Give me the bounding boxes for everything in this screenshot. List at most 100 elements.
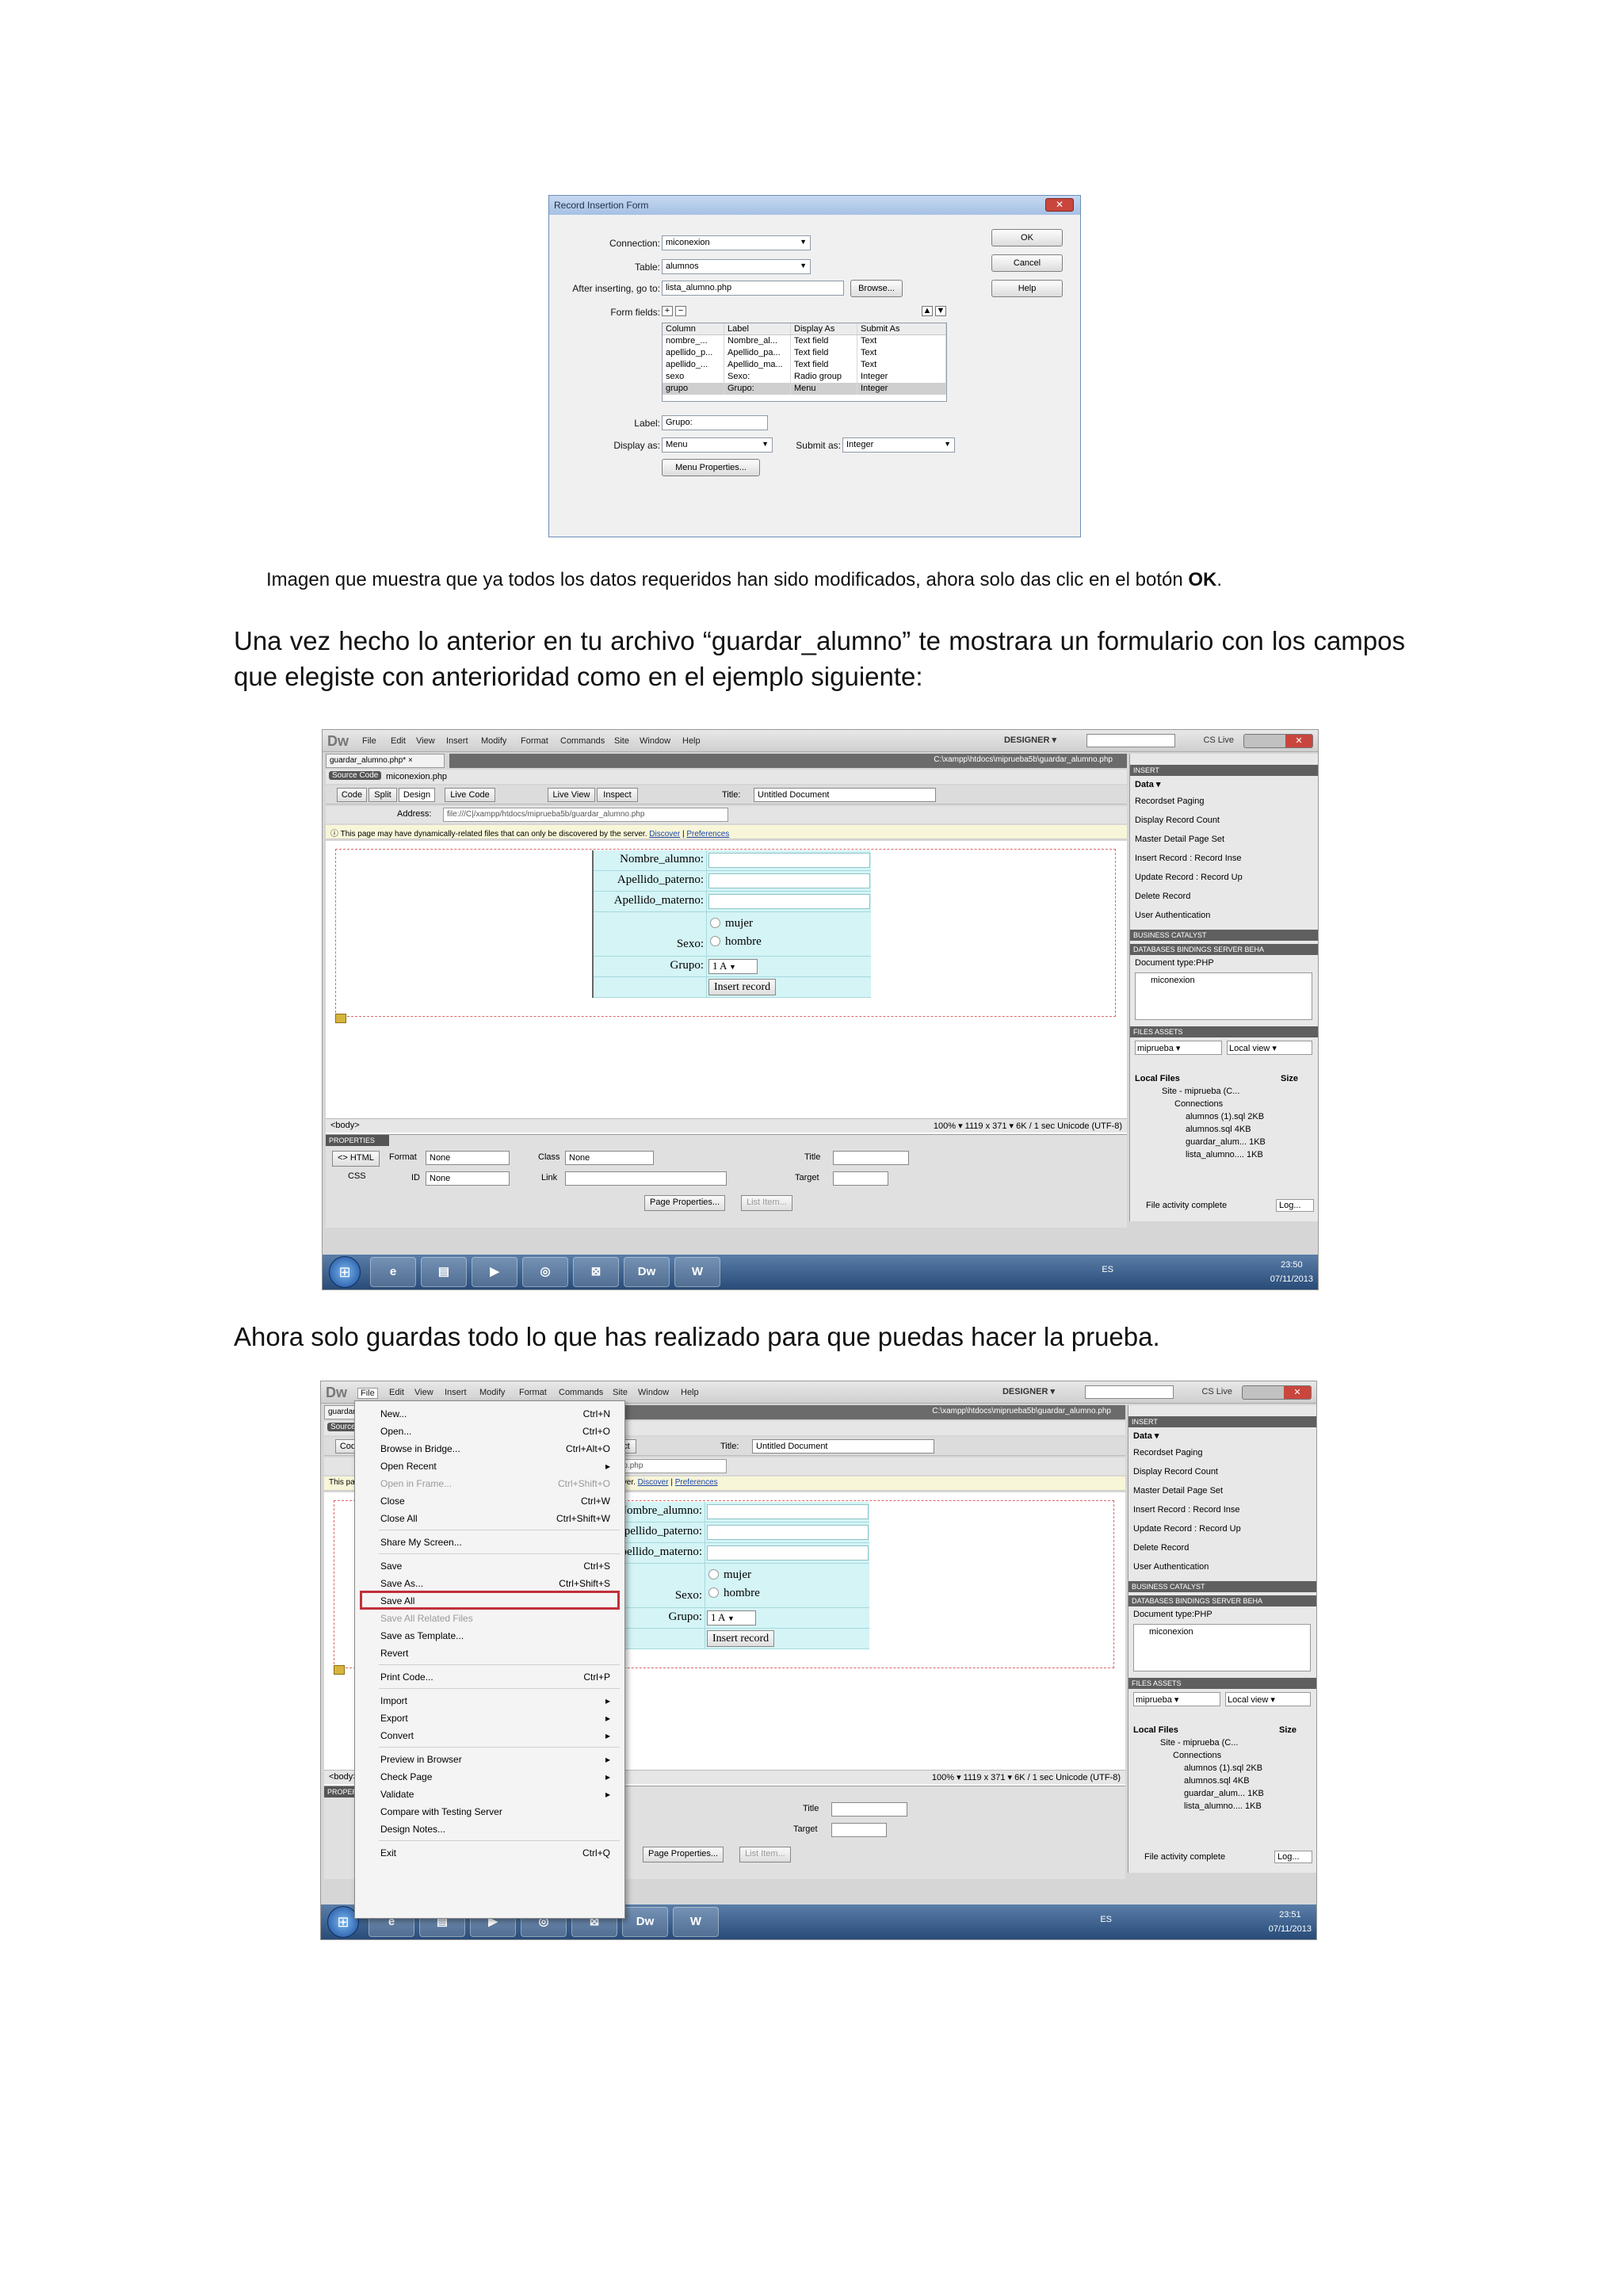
menu-item-save-as[interactable]: Save As... Ctrl+Shift+S <box>380 1576 618 1591</box>
view-select[interactable]: Local view ▾ <box>1225 1692 1311 1706</box>
word-icon[interactable]: W <box>674 1257 720 1287</box>
inspect-button[interactable]: Inspect <box>597 788 638 802</box>
insert-category-select[interactable]: Data ▾ <box>1133 1431 1159 1441</box>
site-select[interactable]: miprueba ▾ <box>1135 1041 1222 1055</box>
recordset-paging-item[interactable]: Recordset Paging <box>1133 1448 1202 1457</box>
file-row[interactable]: alumnos.sql 4KB <box>1184 1776 1250 1786</box>
language-indicator[interactable]: ES <box>1102 1265 1113 1274</box>
menu-properties-button[interactable]: Menu Properties... <box>662 459 760 476</box>
menu-item-exit[interactable]: Exit Ctrl+Q <box>380 1845 618 1861</box>
html-tab[interactable]: <> HTML <box>332 1151 380 1167</box>
search-input[interactable] <box>1086 734 1175 747</box>
remove-field-icon[interactable]: − <box>675 306 686 316</box>
insert-panel-header[interactable]: INSERT <box>1128 1416 1316 1427</box>
menu-window[interactable]: Window <box>638 1388 669 1397</box>
cancel-button[interactable]: Cancel <box>991 254 1063 272</box>
paterno-input[interactable] <box>708 873 870 888</box>
menu-item-design-notes[interactable]: Design Notes... <box>380 1821 618 1837</box>
user-authentication-item[interactable]: User Authentication <box>1133 1562 1209 1572</box>
tag-selector[interactable]: <body> <box>330 1121 360 1130</box>
ie-icon[interactable]: e <box>370 1257 416 1287</box>
source-code-tab[interactable]: Source Code <box>329 771 382 780</box>
page-properties-button[interactable]: Page Properties... <box>644 1195 726 1211</box>
title-input[interactable]: Untitled Document <box>752 1439 934 1454</box>
connection-node[interactable]: miconexion <box>1149 1627 1193 1637</box>
file-row[interactable]: alumnos (1).sql 2KB <box>1186 1112 1264 1121</box>
file-row[interactable]: Connections <box>1173 1751 1221 1760</box>
insert-record-item[interactable]: Insert Record : Record Inse <box>1135 854 1242 863</box>
close-icon[interactable]: ✕ <box>1284 1386 1311 1399</box>
table-row[interactable]: nombre_... Nombre_al... Text field Text <box>663 335 946 347</box>
menu-window[interactable]: Window <box>640 736 670 746</box>
delete-record-item[interactable]: Delete Record <box>1135 892 1190 901</box>
address-input[interactable]: file:///C|/xampp/htdocs/miprueba5b/guard… <box>443 808 728 822</box>
grupo-select[interactable]: 1 A ▼ <box>708 959 758 974</box>
table-row-selected[interactable]: grupo Grupo: Menu Integer <box>663 383 946 395</box>
menu-item-revert[interactable]: Revert <box>380 1645 618 1661</box>
file-row[interactable]: lista_alumno.... 1KB <box>1186 1150 1263 1159</box>
update-record-item[interactable]: Update Record : Record Up <box>1133 1524 1241 1534</box>
discover-link[interactable]: Discover <box>638 1478 669 1487</box>
menu-help[interactable]: Help <box>681 1388 699 1397</box>
split-view-button[interactable]: Split <box>369 788 397 802</box>
menu-modify[interactable]: Modify <box>479 1388 505 1397</box>
connection-select[interactable]: miconexion ▼ <box>662 235 811 250</box>
master-detail-item[interactable]: Master Detail Page Set <box>1135 835 1224 844</box>
menu-item-save-all-related[interactable]: Save All Related Files <box>380 1610 618 1626</box>
related-file[interactable]: miconexion.php <box>386 772 447 781</box>
connection-node[interactable]: miconexion <box>1151 976 1195 985</box>
file-row[interactable]: Site - miprueba (C... <box>1160 1738 1238 1748</box>
target-select[interactable] <box>833 1171 888 1186</box>
move-up-icon[interactable]: ▲ <box>922 306 933 316</box>
delete-record-item[interactable]: Delete Record <box>1133 1543 1189 1553</box>
dreamweaver-icon[interactable]: Dw <box>624 1257 670 1287</box>
display-as-select[interactable]: Menu ▼ <box>662 437 773 453</box>
explorer-icon[interactable]: ▤ <box>421 1257 467 1287</box>
materno-input[interactable] <box>708 894 870 909</box>
menu-edit[interactable]: Edit <box>391 736 406 746</box>
menu-item-browse-bridge[interactable]: Browse in Bridge... Ctrl+Alt+O <box>380 1441 618 1457</box>
radio-mujer[interactable]: mujer <box>710 917 868 930</box>
update-record-item[interactable]: Update Record : Record Up <box>1135 873 1243 882</box>
business-catalyst-header[interactable]: BUSINESS CATALYST <box>1128 1581 1316 1592</box>
display-record-count-item[interactable]: Display Record Count <box>1133 1467 1218 1477</box>
file-row[interactable]: alumnos (1).sql 2KB <box>1184 1763 1262 1773</box>
document-tab[interactable]: guardar_alumno.php* × <box>326 754 445 768</box>
menu-help[interactable]: Help <box>682 736 701 746</box>
menu-modify[interactable]: Modify <box>481 736 506 746</box>
clock[interactable]: 23:50 07/11/2013 <box>1270 1258 1313 1286</box>
files-tab[interactable]: FILES ASSETS <box>1128 1678 1316 1689</box>
menu-item-close-all[interactable]: Close All Ctrl+Shift+W <box>380 1511 618 1526</box>
add-field-icon[interactable]: + <box>662 306 673 316</box>
menu-item-save[interactable]: Save Ctrl+S <box>380 1558 618 1574</box>
discover-link[interactable]: Discover <box>649 830 680 839</box>
design-view-button[interactable]: Design <box>399 788 435 802</box>
radio-icon[interactable] <box>708 1569 719 1580</box>
menu-item-open[interactable]: Open... Ctrl+O <box>380 1423 618 1439</box>
format-select[interactable]: None <box>426 1151 510 1165</box>
menu-item-export[interactable]: Export ▸ <box>380 1710 618 1726</box>
menu-site[interactable]: Site <box>613 1388 628 1397</box>
menu-item-open-in-frame[interactable]: Open in Frame... Ctrl+Shift+O <box>380 1476 618 1492</box>
menu-item-validate[interactable]: Validate ▸ <box>380 1786 618 1802</box>
insert-category-select[interactable]: Data ▾ <box>1135 779 1160 789</box>
menu-item-compare-testing[interactable]: Compare with Testing Server <box>380 1804 618 1820</box>
menu-insert[interactable]: Insert <box>446 736 468 746</box>
help-button[interactable]: Help <box>991 280 1063 297</box>
files-tab[interactable]: FILES ASSETS <box>1130 1026 1318 1037</box>
menu-item-open-recent[interactable]: Open Recent ▸ <box>380 1458 618 1474</box>
databases-tab[interactable]: DATABASES BINDINGS SERVER BEHA <box>1130 944 1318 955</box>
menu-file[interactable]: File <box>362 736 376 746</box>
table-row[interactable]: sexo Sexo: Radio group Integer <box>663 371 946 383</box>
windows-start-icon[interactable]: ⊞ <box>329 1256 361 1288</box>
menu-item-close[interactable]: Close Ctrl+W <box>380 1493 618 1509</box>
page-properties-button[interactable]: Page Properties... <box>643 1847 724 1862</box>
menu-format[interactable]: Format <box>521 736 548 746</box>
table-row[interactable]: apellido_... Apellido_ma... Text field Text <box>663 359 946 371</box>
menu-edit[interactable]: Edit <box>389 1388 404 1397</box>
file-row[interactable]: Site - miprueba (C... <box>1162 1087 1239 1096</box>
radio-mujer[interactable]: mujer <box>708 1568 866 1582</box>
close-icon[interactable]: ✕ <box>1285 735 1312 747</box>
form-fields-grid[interactable]: Column Label Display As Submit As nombre… <box>662 323 947 402</box>
menu-item-convert[interactable]: Convert ▸ <box>380 1728 618 1744</box>
